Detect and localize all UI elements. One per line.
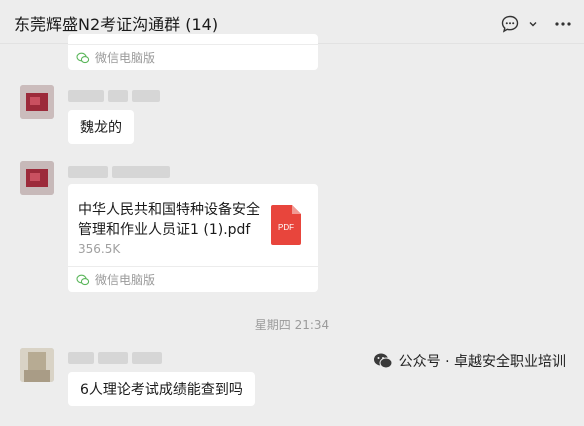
chevron-down-icon — [529, 22, 537, 27]
message-text: 6人理论考试成绩能查到吗 — [80, 382, 243, 398]
card-footer: 微信电脑版 — [68, 266, 318, 292]
wechat-pc-icon — [76, 274, 90, 285]
pdf-file-icon: PDF — [271, 205, 301, 245]
avatar[interactable] — [20, 161, 54, 195]
file-name: 中华人民共和国特种设备安全管理和作业人员证1 (1).pdf — [78, 202, 260, 238]
wechat-official-account-icon — [373, 353, 393, 369]
dropdown-button[interactable] — [528, 14, 538, 34]
watermark: 公众号 · 卓越安全职业培训 — [373, 351, 566, 371]
chat-bubble-icon — [501, 15, 519, 33]
file-size: 356.5K — [78, 242, 121, 256]
chat-info-button[interactable] — [500, 14, 520, 34]
wechat-pc-icon — [76, 52, 90, 63]
watermark-text: 公众号 · 卓越安全职业培训 — [398, 354, 566, 370]
more-icon — [555, 22, 571, 26]
avatar[interactable] — [20, 348, 54, 382]
card-footer-label: 微信电脑版 — [95, 273, 156, 287]
file-message-card[interactable]: 中华人民共和国特种设备安全管理和作业人员证1 (1).pdf 356.5K PD… — [68, 184, 318, 292]
message-bubble[interactable]: 魏龙的 — [68, 110, 134, 144]
sender-name-blurred — [68, 90, 160, 102]
avatar[interactable] — [20, 85, 54, 119]
header-actions — [500, 14, 572, 34]
pdf-icon-label: PDF — [278, 223, 294, 232]
previous-file-card[interactable]: 微信电脑版 — [68, 34, 318, 70]
sender-name-blurred — [68, 166, 170, 178]
message-bubble[interactable]: 6人理论考试成绩能查到吗 — [68, 372, 255, 406]
card-footer: 微信电脑版 — [68, 44, 318, 70]
more-button[interactable] — [554, 14, 572, 34]
message-text: 魏龙的 — [80, 120, 122, 136]
sender-name-blurred — [68, 352, 162, 364]
timestamp: 星期四 21:34 — [254, 318, 330, 332]
card-footer-label: 微信电脑版 — [95, 51, 156, 65]
chat-title: 东莞辉盛N2考证沟通群 (14) — [14, 15, 219, 34]
